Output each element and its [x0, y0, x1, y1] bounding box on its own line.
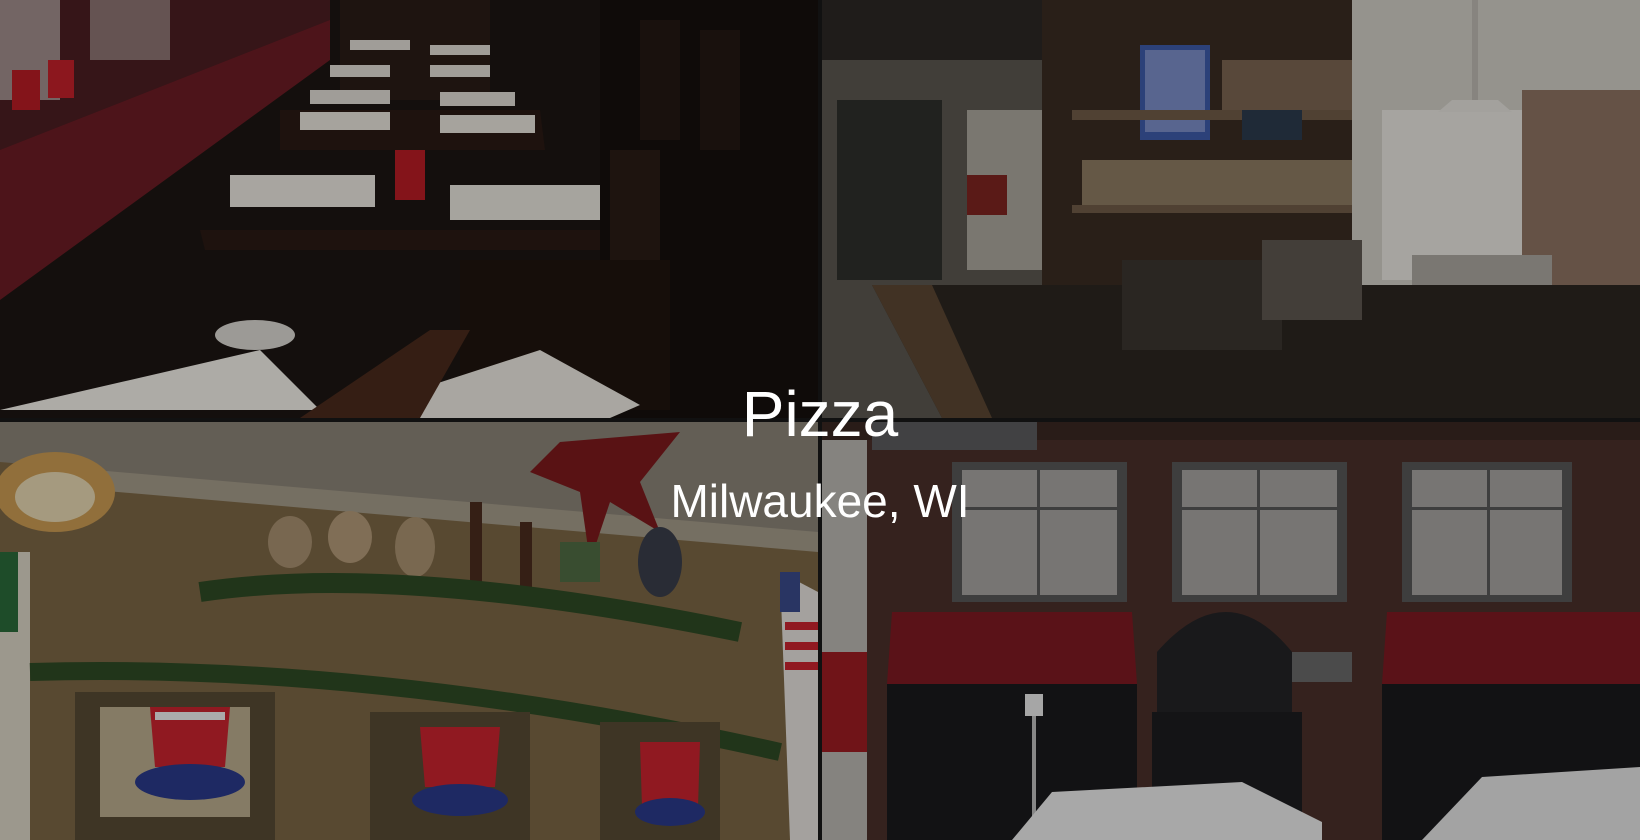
building-exterior-photo [822, 422, 1640, 840]
bar-photo [822, 0, 1640, 418]
dining-room-photo [0, 0, 818, 418]
photo-collage [0, 0, 1640, 840]
decorated-wall-photo [0, 422, 818, 840]
